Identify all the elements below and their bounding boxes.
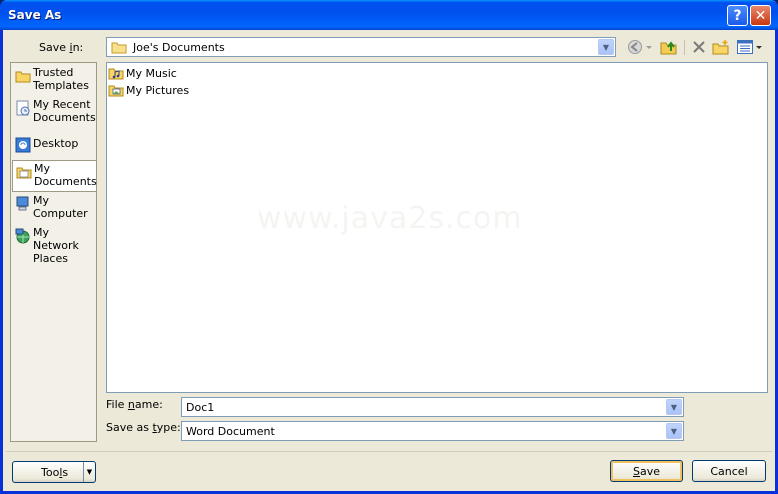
pictures-folder-icon <box>108 85 124 97</box>
save-in-value: Joe's Documents <box>133 41 225 54</box>
close-icon: ✕ <box>754 7 767 24</box>
file-name-field[interactable]: Doc1 ▼ <box>181 397 684 417</box>
list-item[interactable]: My Pictures <box>108 82 189 98</box>
divider <box>6 451 772 452</box>
place-my-network-places[interactable]: My Network Places <box>12 225 96 265</box>
file-list[interactable]: www.java2s.com My Music My Pictures <box>106 62 768 393</box>
save-as-type-label: Save as type: <box>106 421 181 434</box>
up-one-level-button[interactable] <box>660 38 678 56</box>
chevron-down-icon[interactable]: ▼ <box>83 462 95 482</box>
save-button[interactable]: Save <box>610 460 683 482</box>
place-my-recent-documents[interactable]: My Recent Documents <box>12 97 96 129</box>
close-button[interactable]: ✕ <box>750 5 771 26</box>
help-button[interactable]: ? <box>727 5 748 26</box>
new-folder-icon <box>712 40 729 55</box>
place-my-computer[interactable]: My Computer <box>12 193 96 225</box>
new-folder-button[interactable] <box>712 38 730 56</box>
back-icon <box>628 40 642 54</box>
back-dropdown-button[interactable] <box>644 38 654 56</box>
file-name: My Music <box>126 66 177 80</box>
my-documents-icon <box>16 167 32 179</box>
network-icon <box>15 228 30 244</box>
delete-button[interactable] <box>690 38 708 56</box>
tools-button[interactable]: Tools ▼ <box>12 461 96 483</box>
file-name-value: Doc1 <box>186 401 215 414</box>
views-icon <box>737 40 753 54</box>
save-in-label: Save in: <box>39 41 84 54</box>
chevron-down-icon[interactable]: ▼ <box>598 39 614 55</box>
place-my-documents[interactable]: My Documents <box>12 160 97 192</box>
help-icon: ? <box>733 7 742 24</box>
save-label: Save <box>632 464 660 478</box>
delete-icon <box>693 41 705 53</box>
views-dropdown-button[interactable] <box>754 38 764 56</box>
folder-icon <box>111 42 127 54</box>
tools-label: Tools <box>41 465 69 479</box>
file-name-label: File name: <box>106 398 163 411</box>
computer-icon <box>16 196 29 211</box>
place-trusted-templates[interactable]: Trusted Templates <box>12 65 96 97</box>
save-in-combo[interactable]: Joe's Documents ▼ <box>106 37 616 57</box>
chevron-down-icon[interactable]: ▼ <box>666 423 682 439</box>
recent-documents-icon <box>16 100 30 116</box>
toolbar-divider <box>684 40 685 55</box>
places-bar: Trusted Templates My Recent Documents Desk… <box>10 62 97 442</box>
cancel-button[interactable]: Cancel <box>692 460 766 482</box>
folder-icon <box>15 71 31 83</box>
list-item[interactable]: My Music <box>108 65 177 81</box>
chevron-down-icon <box>646 46 652 49</box>
file-name: My Pictures <box>126 83 190 97</box>
save-as-type-value: Word Document <box>186 425 275 438</box>
window-title: Save As <box>8 8 62 22</box>
watermark: www.java2s.com <box>257 201 523 236</box>
back-button[interactable] <box>626 38 644 56</box>
chevron-down-icon[interactable]: ▼ <box>666 399 682 415</box>
up-folder-icon <box>660 41 677 55</box>
views-button[interactable] <box>736 38 754 56</box>
music-folder-icon <box>108 68 124 80</box>
cancel-label: Cancel <box>710 464 748 478</box>
save-as-type-select[interactable]: Word Document ▼ <box>181 421 684 441</box>
title-bar[interactable]: Save As ? ✕ <box>0 0 778 30</box>
desktop-icon <box>15 137 31 153</box>
chevron-down-icon <box>756 46 762 49</box>
